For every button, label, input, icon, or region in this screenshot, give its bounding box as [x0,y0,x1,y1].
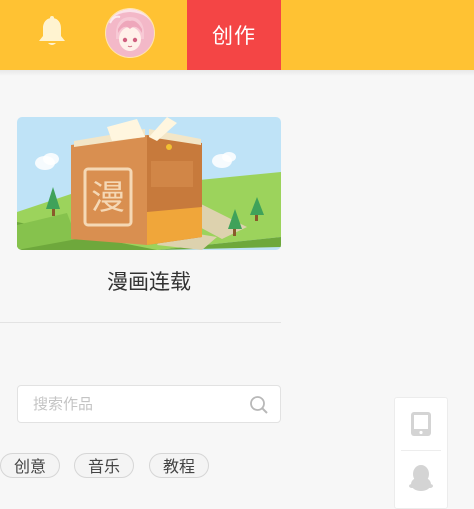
avatar[interactable] [106,9,154,57]
side-panel-separator [401,450,441,451]
cover-glyph: 漫 [91,178,125,218]
top-bar: 创作 [0,0,474,76]
comic-serial-illustration: 漫 [17,117,281,250]
card-title[interactable]: 漫画连载 [17,266,281,296]
bell-icon[interactable] [36,15,68,49]
side-share-panel [394,397,448,509]
search-input[interactable] [18,386,253,422]
comic-serial-card[interactable]: 漫 [17,117,281,250]
tag-chip[interactable]: 教程 [149,453,209,478]
tag-chip[interactable]: 创意 [0,453,60,478]
create-button[interactable]: 创作 [187,0,281,70]
search-icon[interactable] [249,395,269,415]
divider [0,322,281,323]
tag-chip[interactable]: 音乐 [74,453,134,478]
phone-icon[interactable] [410,411,432,437]
qq-penguin-icon[interactable] [409,464,433,492]
top-bar-shadow [0,70,474,76]
search-box [17,385,281,423]
create-button-label: 创作 [212,24,256,48]
